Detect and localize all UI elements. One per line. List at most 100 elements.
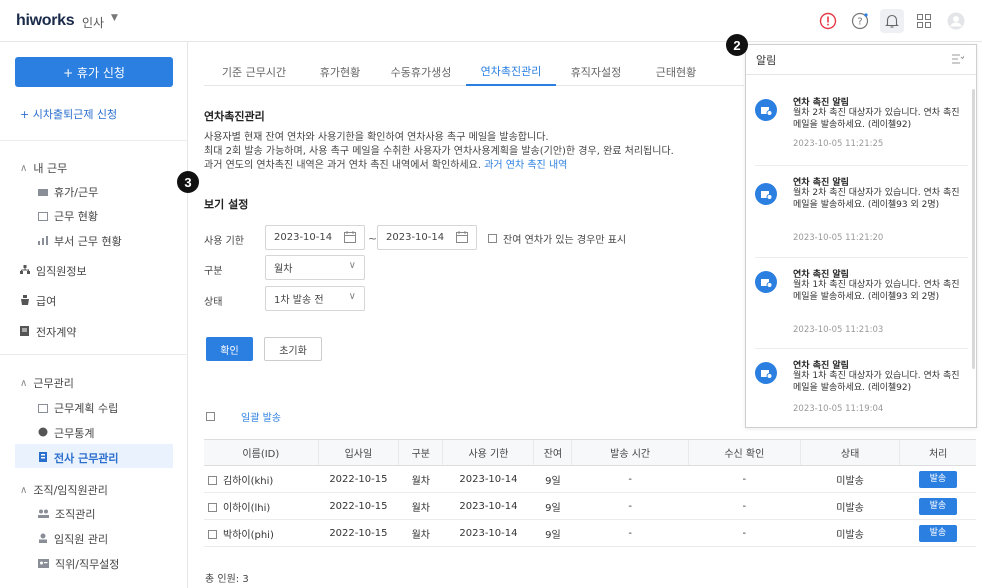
sidebar-item-company-work[interactable]: 전사 근무관리 (38, 450, 119, 466)
read-check-cell: - (688, 519, 801, 547)
chevron-down-icon[interactable]: ▼ (111, 13, 118, 23)
view-settings-title: 보기 설정 (204, 198, 249, 211)
sidebar-item-label: 근무 현황 (54, 210, 98, 223)
notification-item[interactable]: 연차 촉진 알림 월차 2차 촉진 대상자가 있습니다. 연차 촉진 메일을 발… (746, 85, 976, 165)
sidebar-item-dept-status[interactable]: 부서 근무 현황 (38, 233, 122, 249)
sidebar-item-label: 전사 근무관리 (54, 452, 119, 465)
sidebar-item-vacation[interactable]: 휴가/근무 (38, 184, 98, 200)
notification-item-time: 2023-10-05 11:21:20 (793, 233, 884, 243)
sent-time-cell: - (571, 465, 689, 493)
status-cell: 미발송 (800, 465, 900, 493)
notification-item[interactable]: 연차 촉진 알림 월차 1차 촉진 대상자가 있습니다. 연차 촉진 메일을 발… (746, 348, 976, 427)
help-icon[interactable]: ? (848, 9, 872, 33)
notification-item[interactable]: 연차 촉진 알림 월차 1차 촉진 대상자가 있습니다. 연차 촉진 메일을 발… (746, 257, 976, 349)
calendar-icon (456, 231, 468, 246)
status-select[interactable]: 1차 발송 전 ∨ (265, 286, 365, 311)
type-cell: 월차 (398, 519, 443, 547)
send-button[interactable]: 발송 (918, 497, 957, 515)
logo[interactable]: hiworks (16, 12, 75, 30)
col-deadline: 사용 기한 (442, 439, 534, 466)
sidebar-item-position[interactable]: 직위/직무설정 (38, 556, 119, 572)
row-checkbox[interactable] (208, 530, 217, 539)
sidebar-item-salary[interactable]: 급여 (20, 293, 56, 309)
building-icon (38, 451, 48, 465)
employee-name: 박하이(phi) (223, 529, 274, 541)
alert-icon[interactable] (816, 9, 840, 33)
bar-chart-icon (38, 235, 48, 248)
sidebar-item-work-status[interactable]: 근무 현황 (38, 208, 98, 224)
notification-item[interactable]: 연차 촉진 알림 월차 2차 촉진 대상자가 있습니다. 연차 촉진 메일을 발… (746, 165, 976, 257)
tab-standard-hours[interactable]: 기준 근무시간 (204, 58, 304, 86)
status-cell: 미발송 (800, 519, 900, 547)
callout-badge: 2 (726, 34, 748, 56)
vacation-request-button[interactable]: + 휴가 신청 (15, 57, 173, 87)
user-avatar-icon[interactable] (944, 9, 968, 33)
chevron-up-icon: ∧ (20, 484, 28, 496)
sidebar-item-label: 직위/직무설정 (55, 558, 120, 571)
row-checkbox[interactable] (208, 476, 217, 485)
filter-list-icon[interactable] (952, 54, 965, 67)
pie-chart-icon (38, 427, 48, 440)
sidebar-item-label: 조직관리 (55, 508, 96, 521)
remaining-cell: 9일 (533, 519, 572, 547)
sidebar-group-my-work[interactable]: ∧ 내 근무 (20, 160, 67, 176)
remaining-only-checkbox[interactable]: 잔여 연차가 있는 경우만 표시 (488, 231, 626, 246)
send-button[interactable]: 발송 (918, 524, 957, 542)
sidebar-item-work-stats[interactable]: 근무통계 (38, 425, 94, 441)
send-button[interactable]: 발송 (918, 470, 957, 488)
type-cell: 월차 (398, 465, 443, 493)
name-cell: 박하이(phi) (204, 519, 319, 547)
sidebar-item-staff-info[interactable]: 임직원정보 (20, 263, 87, 279)
deadline-cell: 2023-10-14 (442, 465, 534, 493)
row-checkbox[interactable] (208, 503, 217, 512)
sidebar-group-label: 조직/임직원관리 (33, 484, 108, 497)
select-value: 월차 (274, 264, 293, 275)
reset-button[interactable]: 초기화 (264, 337, 322, 361)
chevron-down-icon: ∨ (348, 291, 356, 302)
promotion-table: 이름(ID) 입사일 구분 사용 기한 잔여 발송 시간 수신 확인 상태 처리… (204, 439, 976, 547)
date-from-input[interactable]: 2023-10-14 (265, 225, 365, 250)
sidebar-item-label: 전자계약 (36, 326, 77, 339)
action-cell: 발송 (899, 519, 976, 547)
checkbox[interactable] (488, 234, 497, 243)
tab-manual-vacation[interactable]: 수동휴가생성 (376, 58, 466, 86)
table-row: 김하이(khi) 2022-10-15 월차 2023-10-14 9일 - -… (204, 465, 976, 493)
col-sent-time: 발송 시간 (571, 439, 689, 466)
sidebar-group-work-mgmt[interactable]: ∧ 근무관리 (20, 375, 74, 391)
app-switcher-label[interactable]: 인사 (82, 14, 104, 31)
sidebar-group-org-mgmt[interactable]: ∧ 조직/임직원관리 (20, 482, 108, 498)
description-text: 과거 연도의 연차촉진 내역은 과거 연차 촉진 내역에서 확인하세요. (204, 160, 482, 171)
sidebar-item-label: 임직원정보 (36, 265, 87, 278)
org-chart-icon (20, 264, 30, 278)
action-cell: 발송 (899, 492, 976, 520)
sidebar-item-contract[interactable]: 전자계약 (20, 324, 76, 340)
sidebar-item-org[interactable]: 조직관리 (38, 506, 95, 522)
chevron-up-icon: ∧ (20, 377, 28, 389)
tab-leave-of-absence[interactable]: 휴직자설정 (556, 58, 636, 86)
confirm-button[interactable]: 확인 (206, 337, 253, 361)
chevron-down-icon: ∨ (348, 260, 356, 271)
flex-work-request-link[interactable]: + 시차출퇴근제 신청 (20, 106, 117, 122)
tab-annual-leave-promotion[interactable]: 연차촉진관리 (466, 58, 556, 86)
scrollbar[interactable] (972, 89, 975, 369)
table-row: 이하이(lhi) 2022-10-15 월차 2023-10-14 9일 - -… (204, 492, 976, 520)
tab-attendance-status[interactable]: 근태현황 (636, 58, 716, 86)
tab-vacation-status[interactable]: 휴가현황 (304, 58, 376, 86)
sidebar-item-work-plan[interactable]: 근무계획 수립 (38, 400, 118, 416)
sent-time-cell: - (571, 519, 689, 547)
select-all-checkbox[interactable] (206, 412, 215, 421)
top-bar: hiworks 인사 ▼ ? (0, 0, 982, 42)
notification-icon (755, 183, 777, 205)
calendar-icon (344, 231, 356, 246)
type-cell: 월차 (398, 492, 443, 520)
sidebar-item-label: 급여 (36, 295, 57, 308)
date-to-input[interactable]: 2023-10-14 (377, 225, 477, 250)
type-select[interactable]: 월차 ∨ (265, 255, 365, 280)
page-title: 연차촉진관리 (204, 110, 265, 123)
apps-grid-icon[interactable] (912, 9, 936, 33)
bell-icon[interactable] (880, 9, 904, 33)
col-action: 처리 (899, 439, 976, 466)
past-history-link[interactable]: 과거 연차 촉진 내역 (484, 160, 567, 171)
sidebar-item-staff-mgmt[interactable]: 임직원 관리 (38, 531, 108, 547)
bulk-send-link[interactable]: 일괄 발송 (241, 409, 281, 424)
